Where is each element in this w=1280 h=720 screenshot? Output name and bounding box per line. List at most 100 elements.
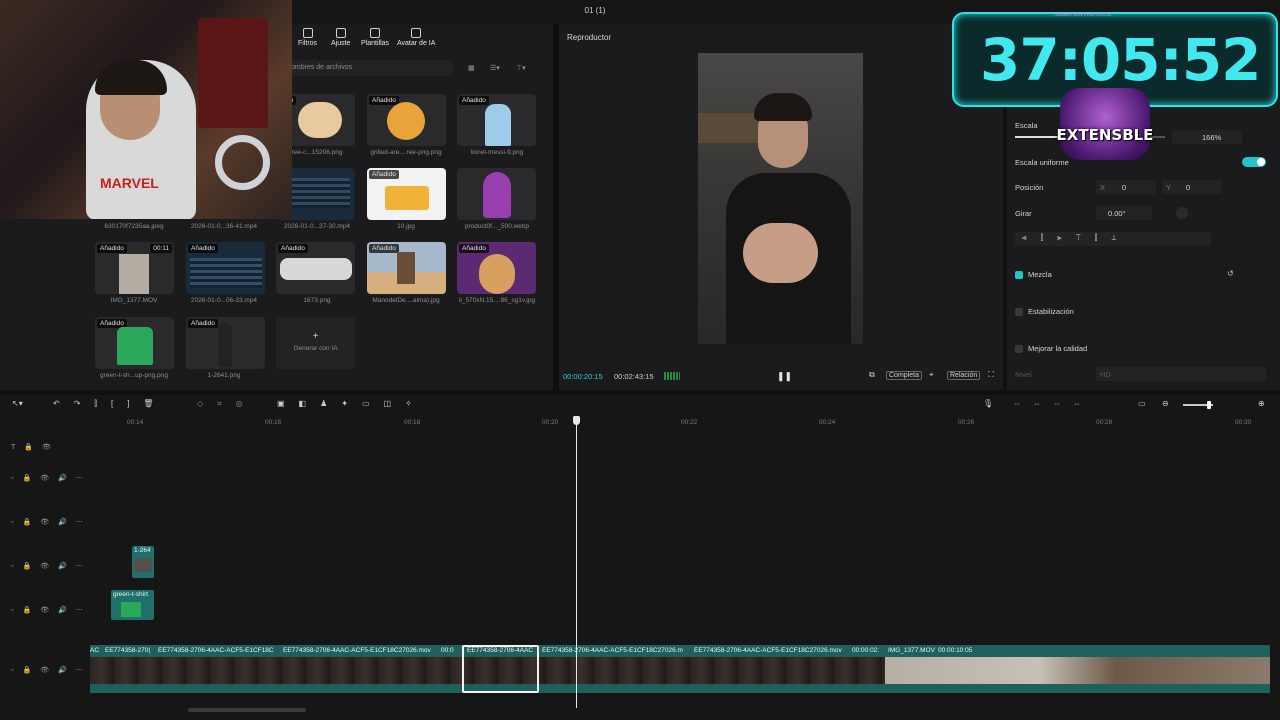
headset-image [215, 135, 270, 190]
search-input[interactable]: ombres de archivos [285, 60, 453, 76]
sort-icon[interactable]: ☰▾ [490, 64, 500, 72]
y-label: Y [1166, 183, 1172, 192]
media-item[interactable]: Añadido [276, 242, 355, 294]
media-item-label: 1-2641.png [207, 372, 241, 379]
timeline-clip[interactable]: green-t-shirt [111, 590, 154, 620]
rotate-dial-icon[interactable] [1176, 207, 1188, 219]
template-icon [370, 28, 380, 38]
selected-clip-outline[interactable] [462, 645, 539, 693]
poster-image [198, 18, 268, 128]
pause-icon[interactable]: ❚❚ [777, 371, 792, 382]
webcam-overlay: MARVEL [0, 0, 292, 219]
blend-label[interactable]: Mezcla [1028, 270, 1052, 279]
rotate-value: 0.00° [1108, 209, 1126, 218]
timeline-clip[interactable]: 1-264 [132, 546, 154, 578]
media-item-label: 2026-01-0...36-41.mp4 [190, 223, 258, 230]
snap-tools-icons[interactable]: ⇔⇔⇔⇔ [1013, 399, 1093, 408]
level-select[interactable] [1096, 367, 1266, 381]
track-header-main[interactable]: ▫🔒👁🔊⋯ [11, 666, 92, 674]
ruler-tick: 00:20 [542, 419, 559, 426]
tab-plantillas[interactable]: Plantillas [361, 28, 389, 47]
media-item-label: 1673.png [303, 297, 331, 304]
generate-ai-button[interactable]: + Generar con IA [276, 317, 355, 369]
scale-value: 166% [1202, 133, 1222, 142]
media-item[interactable]: Añadido [367, 168, 446, 220]
clip-label: IMG_1377.MOV [888, 647, 935, 654]
zoom-slider[interactable] [1183, 401, 1213, 409]
rotate-label: Girar [1015, 209, 1032, 218]
clip-label: AC [90, 647, 100, 654]
media-item[interactable]: Añadido [95, 317, 174, 369]
clip-label: EE774358-2706-4AAC-ACF5-E1CF18C27026.mov [283, 647, 431, 654]
tab-avatar-ia[interactable]: Avatar de IA [397, 28, 435, 47]
media-item[interactable]: Añadido [367, 242, 446, 294]
y-value: 0 [1186, 183, 1191, 192]
reset-icon[interactable]: ↺ [1227, 269, 1234, 278]
grid-view-icon[interactable]: ▦ [468, 64, 475, 72]
edit-tools-icons[interactable]: ↶↷⫿[]🗑 [53, 399, 168, 409]
media-item[interactable]: Añadido [457, 94, 536, 146]
media-item[interactable]: Añadido [457, 242, 536, 294]
mascot-badge [1060, 88, 1150, 160]
playhead-handle[interactable] [573, 416, 580, 425]
aspect-ratio-button[interactable]: Relación [947, 371, 981, 380]
media-item[interactable]: Añadido [186, 242, 265, 294]
track-header[interactable]: ▫🔒👁🔊⋯ [11, 474, 92, 482]
track-header-text[interactable]: T🔒👁 [11, 443, 60, 451]
select-tool-icon[interactable]: ↖▾ [12, 399, 23, 408]
align-icons[interactable]: ⫷⫿⫸⊤⫿⊥ [1022, 233, 1131, 243]
crop-icon[interactable]: ⧉ [869, 370, 875, 380]
uniform-scale-toggle[interactable] [1242, 157, 1266, 167]
tab-ajuste[interactable]: Ajuste [331, 28, 350, 47]
ruler-tick: 00:16 [265, 419, 282, 426]
total-time: 00:02:43:15 [614, 372, 654, 381]
clip-label: EE774358-2706-4AAC-ACF5-E1CF18C27026.mov [694, 647, 842, 654]
playhead[interactable] [576, 418, 577, 708]
clip-label: 00:00:02: [852, 647, 880, 654]
zoom-out-icon[interactable]: ⊖ [1162, 399, 1169, 408]
stabilization-checkbox[interactable] [1015, 308, 1023, 316]
full-quality-button[interactable]: Completa [886, 371, 922, 380]
track-header[interactable]: ▫🔒👁🔊⋯ [11, 518, 92, 526]
timer-value: 37:05:52 [980, 26, 1262, 94]
track-header[interactable]: ▫🔒👁🔊⋯ [11, 562, 92, 570]
microphone-icon[interactable]: 🎙 [983, 399, 993, 408]
ruler-tick: 00:22 [681, 419, 698, 426]
media-item-label: 10.jpg [397, 223, 415, 230]
media-item-label: 630170f7235aa.jpeg [104, 223, 164, 230]
fullscreen-icon[interactable]: ⛶ [988, 370, 994, 380]
zoom-in-icon[interactable]: ⊕ [1258, 399, 1265, 408]
sliders-icon [335, 28, 346, 38]
media-item-label: green-t-sh...up-png.png [100, 372, 168, 379]
media-item-label: 2026-01-0...37-30.mp4 [283, 223, 351, 230]
track-header[interactable]: ▫🔒👁🔊⋯ [11, 606, 92, 614]
media-item[interactable]: Añadido [186, 317, 265, 369]
scale-label: Escala [1015, 121, 1038, 130]
improve-quality-label[interactable]: Mejorar la calidad [1028, 344, 1087, 353]
preview-icon[interactable]: ▭ [1138, 399, 1146, 408]
screenshot-icon[interactable]: ⌖ [929, 370, 934, 380]
media-item[interactable] [457, 168, 536, 220]
ruler-tick: 00:26 [958, 419, 975, 426]
transform-tools-icons[interactable]: ◇⌗◎ [197, 399, 257, 409]
timeline-scrollbar[interactable] [188, 708, 306, 712]
blend-checkbox[interactable] [1015, 271, 1023, 279]
current-time: 00:00:20:15 [563, 372, 603, 381]
player-title: Reproductor [567, 33, 612, 42]
filter-dropdown-icon[interactable]: ⊤▾ [516, 64, 526, 72]
effect-tools-icons[interactable]: ▣◧♟✦▭◫✧ [277, 399, 426, 408]
media-item-label: ManodelDe....alma).jpg [372, 297, 440, 304]
media-item-label: 2026-01-0...06-33.mp4 [190, 297, 258, 304]
video-preview[interactable] [698, 53, 863, 344]
media-item[interactable]: Añadido [367, 94, 446, 146]
position-label: Posición [1015, 183, 1044, 192]
improve-quality-checkbox[interactable] [1015, 345, 1023, 353]
media-item-label: product0f..._500.webp [464, 223, 530, 230]
media-item-label: grilled-are....ree-png.png [370, 149, 442, 156]
audio-meter-icon [664, 372, 680, 380]
timer-subtitle: SUBATHON PROTOCOL [1055, 12, 1112, 18]
tab-filtros[interactable]: Filtros [298, 28, 317, 47]
avatar-icon [411, 28, 422, 38]
media-item[interactable]: Añadido 00:11 [95, 242, 174, 294]
stabilization-label[interactable]: Estabilización [1028, 307, 1074, 316]
